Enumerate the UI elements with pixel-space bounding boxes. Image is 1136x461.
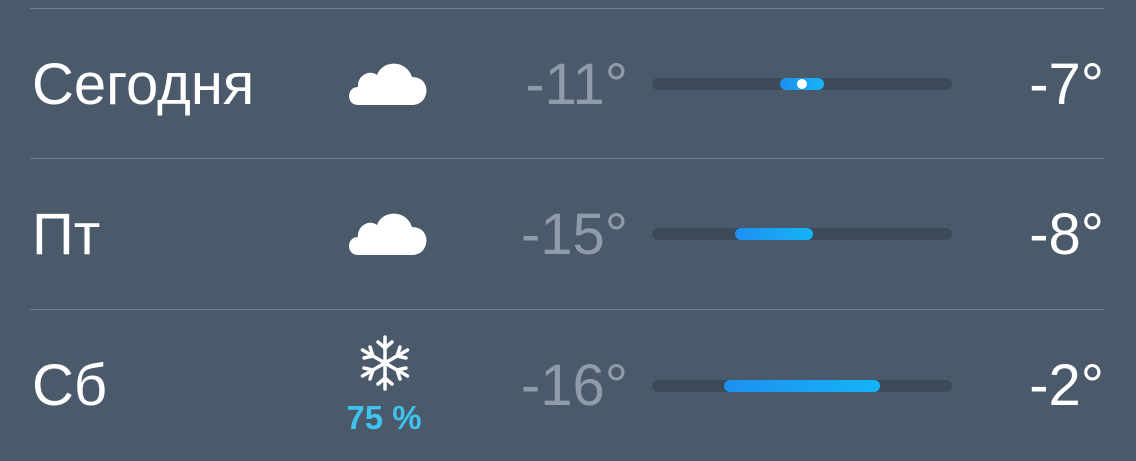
forecast-row-today[interactable]: Сегодня -11° -7° [0,10,1136,160]
temp-range-bar [652,228,952,240]
temp-range-bar [652,380,952,392]
cloud-icon [340,197,430,277]
temp-range-bar [652,78,952,90]
forecast-row-fri[interactable]: Пт -15° -8° [0,160,1136,310]
high-temp: -2° [1029,353,1104,418]
temp-range-fill [735,228,814,240]
low-temp: -16° [520,353,628,418]
snowflake-icon [343,333,427,393]
day-label: Пт [32,202,101,267]
high-temp: -7° [1029,52,1104,117]
forecast-row-sat[interactable]: Сб 75 % -16° -2° [0,311,1136,461]
cloud-icon [340,47,430,127]
daily-forecast-list: Сегодня -11° -7° Пт -15° -8° Сб 75 % -16… [0,0,1136,451]
low-temp: -15° [520,202,628,267]
day-label: Сегодня [32,52,255,117]
row-divider [30,8,1104,9]
precip-chance: 75 % [346,399,422,436]
current-temp-dot [797,79,807,89]
low-temp: -11° [525,52,628,117]
row-divider [30,158,1104,159]
temp-range-fill [724,380,880,392]
row-divider [30,309,1104,310]
high-temp: -8° [1029,202,1104,267]
day-label: Сб [32,353,108,418]
